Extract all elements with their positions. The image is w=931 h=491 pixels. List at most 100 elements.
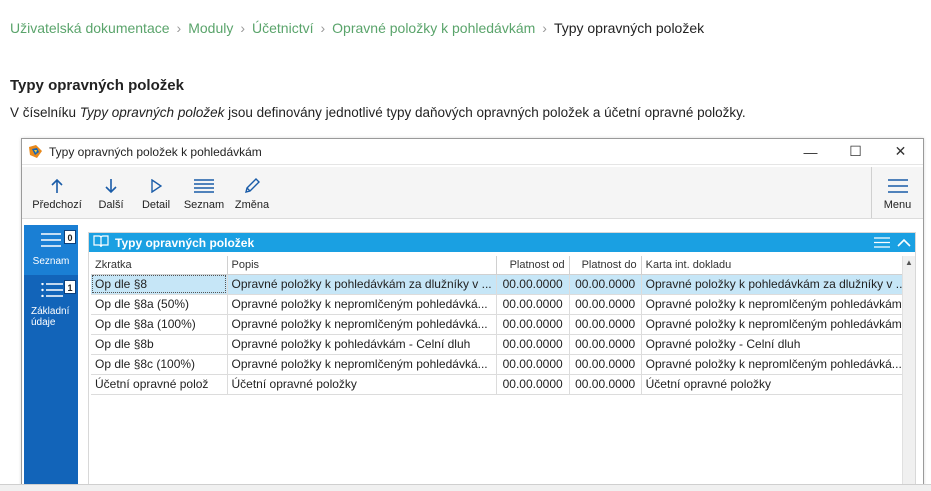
cell-platnost-od: 00.00.0000 — [496, 274, 570, 295]
list-label: Seznam — [183, 199, 225, 211]
detail-label: Detail — [141, 199, 171, 211]
cell-popis: Opravné položky k pohledávkám - Celní dl… — [227, 334, 497, 355]
app-window: Typy opravných položek k pohledávkám — ☐… — [21, 138, 924, 491]
table-row[interactable]: Op dle §8b Opravné položky k pohledávkám… — [91, 334, 911, 355]
cell-platnost-do: 00.00.0000 — [569, 354, 642, 375]
cell-zkratka: Op dle §8a (50%) — [91, 294, 228, 315]
next-button[interactable]: Další — [92, 167, 130, 218]
column-header-popis[interactable]: Popis — [227, 256, 497, 275]
table-row[interactable]: Op dle §8a (100%) Opravné položky k nepr… — [91, 314, 911, 335]
grid-header-row: Zkratka Popis Platnost od Platnost do Ka… — [91, 256, 911, 275]
cell-platnost-od: 00.00.0000 — [496, 334, 570, 355]
cell-zkratka: Op dle §8 — [91, 274, 228, 295]
column-header-karta[interactable]: Karta int. dokladu — [641, 256, 911, 275]
list-panel: Typy opravných položek Zkratka Popis Pla… — [88, 232, 916, 491]
app-logo-icon — [28, 144, 43, 159]
column-header-platnost-do[interactable]: Platnost do — [569, 256, 642, 275]
menu-button[interactable]: Menu — [871, 167, 923, 218]
cell-zkratka: Op dle §8a (100%) — [91, 314, 228, 335]
menu-label: Menu — [883, 199, 912, 211]
detail-button[interactable]: Detail — [130, 167, 182, 218]
page-title: Typy opravných položek — [10, 77, 184, 94]
cell-karta: Účetní opravné položky — [641, 374, 911, 395]
panel-menu-icon[interactable] — [871, 237, 893, 248]
window-titlebar: Typy opravných položek k pohledávkám — ☐… — [22, 139, 923, 165]
column-header-zkratka[interactable]: Zkratka — [91, 256, 228, 275]
cell-zkratka: Op dle §8b — [91, 334, 228, 355]
cell-karta: Opravné položky - Celní dluh — [641, 334, 911, 355]
next-label: Další — [98, 199, 124, 211]
sidenav-count-badge: 0 — [64, 230, 76, 244]
breadcrumb-separator: › — [320, 20, 326, 36]
bullet-list-icon — [41, 282, 63, 300]
breadcrumb-current: Typy opravných položek — [553, 20, 705, 36]
cell-popis: Opravné položky k pohledávkám za dlužník… — [227, 274, 497, 295]
panel-title: Typy opravných položek — [115, 235, 255, 250]
book-icon — [93, 234, 109, 251]
cell-karta: Opravné položky k nepromlčeným pohledávk… — [641, 314, 911, 335]
sidenav-count-badge: 1 — [64, 280, 76, 294]
sidenav-item-label: Základní údaje — [31, 306, 70, 328]
previous-label: Předchozí — [32, 199, 82, 211]
maximize-button[interactable]: ☐ — [833, 139, 878, 165]
window-title: Typy opravných položek k pohledávkám — [49, 144, 262, 159]
breadcrumb-link-dokumentace[interactable]: Uživatelská dokumentace — [10, 20, 170, 36]
data-grid: Zkratka Popis Platnost od Platnost do Ka… — [91, 256, 911, 395]
cell-platnost-od: 00.00.0000 — [496, 354, 570, 375]
breadcrumb-link-moduly[interactable]: Moduly — [188, 20, 233, 36]
minimize-button[interactable]: — — [788, 139, 833, 165]
intro-text-before: V číselníku — [10, 105, 80, 120]
breadcrumb-link-ucetnictvi[interactable]: Účetnictví — [252, 20, 313, 36]
arrow-up-icon — [50, 176, 64, 196]
vertical-scrollbar[interactable]: ▲ — [902, 256, 915, 491]
cell-karta: Opravné položky k nepromlčeným pohledávk… — [641, 294, 911, 315]
close-button[interactable]: ✕ — [878, 139, 923, 165]
sidenav-item-list[interactable]: 0 Seznam — [24, 225, 78, 275]
cell-platnost-od: 00.00.0000 — [496, 374, 570, 395]
page-horizontal-scrollbar[interactable] — [0, 484, 931, 491]
cell-popis: Opravné položky k nepromlčeným pohledávk… — [227, 314, 497, 335]
cell-platnost-do: 00.00.0000 — [569, 374, 642, 395]
table-row[interactable]: Op dle §8 Opravné položky k pohledávkám … — [91, 274, 911, 295]
cell-popis: Opravné položky k nepromlčeným pohledávk… — [227, 354, 497, 375]
sidenav-item-label: Seznam — [32, 256, 70, 267]
panel-header: Typy opravných položek — [89, 233, 915, 252]
edit-label: Změna — [234, 199, 270, 211]
list-icon — [194, 176, 214, 196]
cell-platnost-do: 00.00.0000 — [569, 274, 642, 295]
cell-platnost-do: 00.00.0000 — [569, 334, 642, 355]
intro-paragraph: V číselníku Typy opravných položek jsou … — [10, 105, 746, 120]
cell-karta: Opravné položky k nepromlčeným pohledávk… — [641, 354, 911, 375]
intro-emphasis: Typy opravných položek — [79, 105, 225, 120]
cell-zkratka: Účetní opravné polož — [91, 374, 228, 395]
hamburger-icon — [887, 176, 908, 196]
collapse-chevron-icon[interactable] — [893, 238, 915, 247]
arrow-down-icon — [104, 176, 118, 196]
intro-text-after: jsou definovány jednotlivé typy daňových… — [224, 105, 746, 120]
table-row[interactable]: Účetní opravné polož Účetní opravné polo… — [91, 374, 911, 395]
breadcrumb-link-opravne-polozky[interactable]: Opravné položky k pohledávkám — [332, 20, 535, 36]
list-button[interactable]: Seznam — [182, 167, 226, 218]
play-icon — [150, 176, 162, 196]
cell-popis: Opravné položky k nepromlčeným pohledávk… — [227, 294, 497, 315]
table-row[interactable]: Op dle §8c (100%) Opravné položky k nepr… — [91, 354, 911, 375]
list-icon — [41, 233, 61, 250]
breadcrumb-separator: › — [176, 20, 182, 36]
cell-popis: Účetní opravné položky — [227, 374, 497, 395]
table-row[interactable]: Op dle §8a (50%) Opravné položky k nepro… — [91, 294, 911, 315]
cell-platnost-do: 00.00.0000 — [569, 294, 642, 315]
side-navigation: 0 Seznam 1 Základní údaje — [24, 225, 78, 491]
breadcrumb-separator: › — [542, 20, 547, 36]
breadcrumb: Uživatelská dokumentace › Moduly › Účetnictv… — [10, 20, 704, 36]
previous-button[interactable]: Předchozí — [22, 167, 92, 218]
column-header-platnost-od[interactable]: Platnost od — [496, 256, 570, 275]
breadcrumb-separator: › — [240, 20, 246, 36]
cell-platnost-od: 00.00.0000 — [496, 314, 570, 335]
scroll-up-arrow-icon[interactable]: ▲ — [903, 256, 915, 269]
sidenav-item-basic-data[interactable]: 1 Základní údaje — [24, 275, 78, 331]
edit-button[interactable]: Změna — [226, 167, 278, 218]
cell-zkratka: Op dle §8c (100%) — [91, 354, 228, 375]
cell-karta: Opravné položky k pohledávkám za dlužník… — [641, 274, 911, 295]
cell-platnost-do: 00.00.0000 — [569, 314, 642, 335]
cell-platnost-od: 00.00.0000 — [496, 294, 570, 315]
